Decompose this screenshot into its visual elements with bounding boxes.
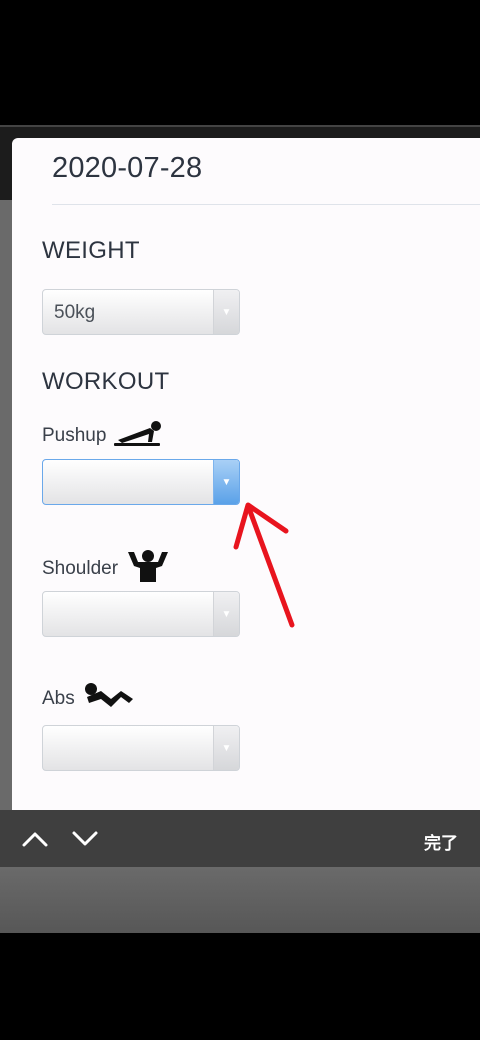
keyboard-accessory-toolbar: 完了 [0,810,480,867]
workout-form-card: 2020-07-28 WEIGHT 50kg ▼ WORKOUT Pushup … [12,138,480,810]
weight-select-value: 50kg [54,302,96,323]
chevron-up-icon[interactable] [20,824,50,854]
abs-select[interactable]: ▼ [42,725,240,771]
done-button[interactable]: 完了 [424,829,458,854]
weight-section-title: WEIGHT [42,237,140,264]
dropdown-arrow-icon: ▼ [213,726,239,770]
date-heading: 2020-07-28 [52,152,203,184]
background-edge [0,200,12,810]
pushup-select[interactable]: ▼ [42,459,240,505]
shoulder-exercise-icon [124,548,172,590]
workout-section-title: WORKOUT [42,368,170,395]
abs-label: Abs [42,681,135,717]
annotation-arrow-icon [224,495,304,640]
background-keyboard-area [0,867,480,933]
pushup-label-text: Pushup [42,425,107,446]
chevron-down-icon[interactable] [70,824,100,854]
shoulder-select[interactable]: ▼ [42,591,240,637]
dropdown-arrow-icon: ▼ [213,290,239,334]
pushup-label: Pushup [42,418,164,454]
date-divider [52,204,480,205]
pushup-icon [112,418,164,454]
situp-icon [81,681,135,717]
shoulder-label: Shoulder [42,548,172,590]
abs-label-text: Abs [42,688,75,709]
weight-select[interactable]: 50kg ▼ [42,289,240,335]
shoulder-label-text: Shoulder [42,558,119,579]
